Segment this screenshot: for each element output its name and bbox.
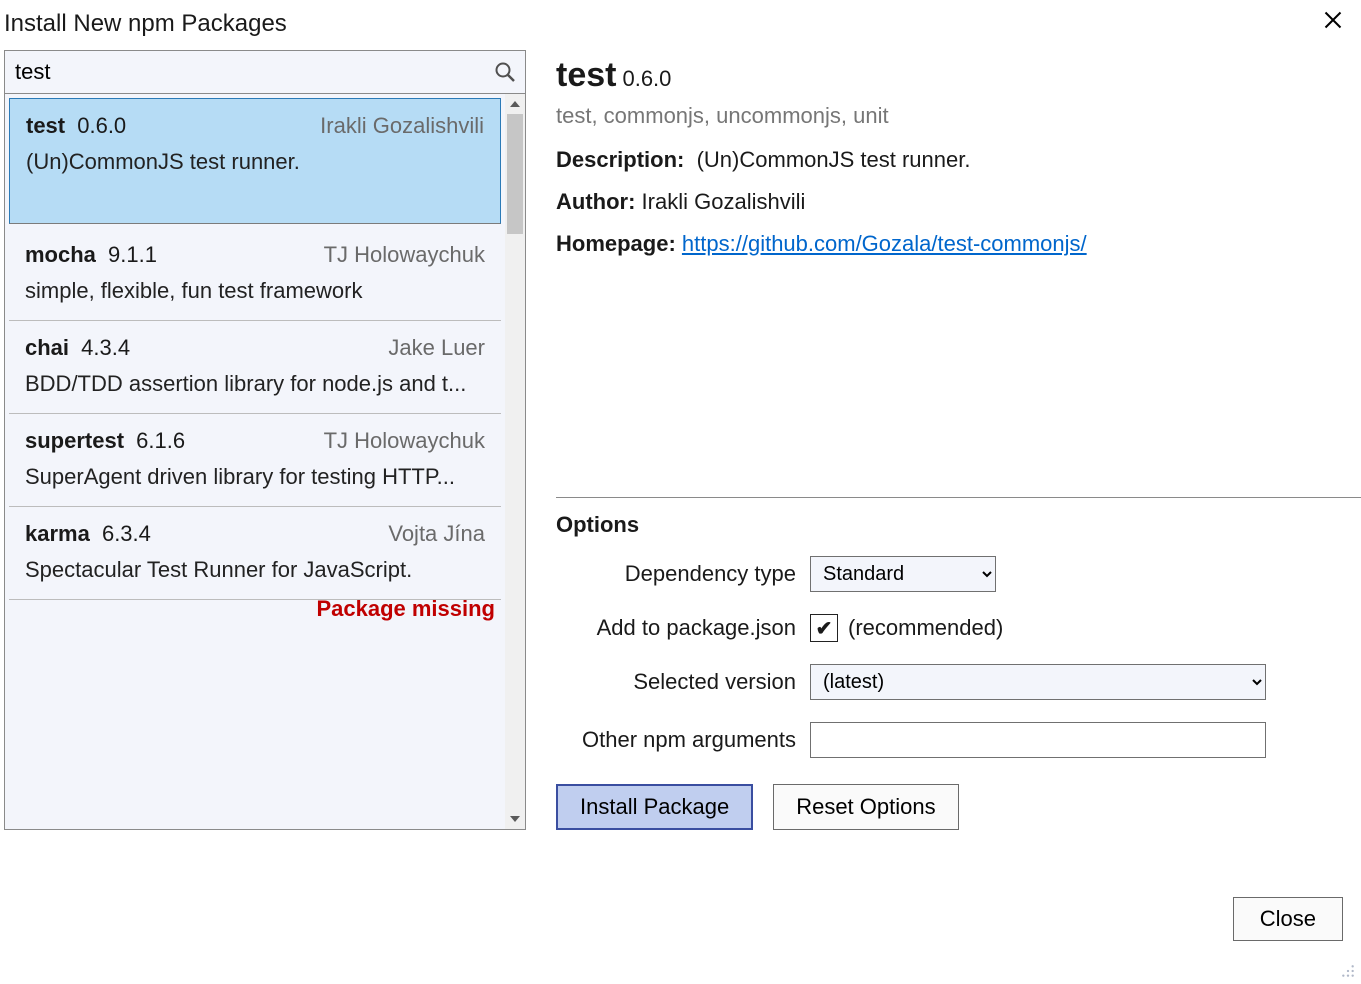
resize-grip-icon[interactable] [1341,961,1359,979]
search-box[interactable] [4,50,526,94]
install-package-button[interactable]: Install Package [556,784,753,830]
search-icon [493,60,517,84]
reset-options-button[interactable]: Reset Options [773,784,958,830]
add-to-package-json-checkbox[interactable]: ✔ [810,614,838,642]
author-field: Author: Irakli Gozalishvili [556,189,1361,215]
package-version: 0.6.0 [622,66,671,91]
results-list: test 0.6.0 Irakli Gozalishvili (Un)CommonJ… [5,94,505,829]
close-icon[interactable] [1317,10,1349,34]
result-version: 9.1.1 [102,242,157,267]
scroll-thumb[interactable] [507,114,523,234]
homepage-link[interactable]: https://github.com/Gozala/test-commonjs/ [682,231,1087,256]
result-item[interactable]: mocha 9.1.1 TJ Holowaychuk simple, flexibl… [9,228,501,321]
homepage-field: Homepage: https://github.com/Gozala/test… [556,231,1361,257]
result-name: supertest [25,428,124,453]
result-description: Spectacular Test Runner for JavaScript. [25,557,485,583]
result-description: BDD/TDD assertion library for node.js an… [25,371,485,397]
result-name: test [26,113,65,138]
close-button[interactable]: Close [1233,897,1343,941]
result-version: 6.1.6 [130,428,185,453]
scroll-down-icon[interactable] [505,809,525,829]
search-input[interactable] [5,53,493,91]
result-author: TJ Holowaychuk [324,428,485,454]
package-tags: test, commonjs, uncommonjs, unit [556,103,1361,129]
dialog-title: Install New npm Packages [4,10,287,38]
result-author: TJ Holowaychuk [324,242,485,268]
package-name: test [556,56,616,94]
other-npm-args-input[interactable] [810,722,1266,758]
options-header: Options [556,512,1361,538]
description-field: Description: (Un)CommonJS test runner. [556,147,1361,173]
scrollbar[interactable] [505,94,525,829]
result-item[interactable]: chai 4.3.4 Jake Luer BDD/TDD assertion lib… [9,321,501,414]
result-item[interactable]: karma 6.3.4 Vojta Jína Spectacular Test Ru… [9,507,501,600]
other-npm-args-label: Other npm arguments [556,727,796,753]
result-version: 6.3.4 [96,521,151,546]
result-name: karma [25,521,90,546]
result-description: simple, flexible, fun test framework [25,278,485,304]
dependency-type-select[interactable]: Standard [810,556,996,592]
result-author: Vojta Jína [388,521,485,547]
recommended-label: (recommended) [848,615,1003,641]
result-version: 4.3.4 [75,335,130,360]
package-missing-label: Package missing [5,596,505,622]
result-name: chai [25,335,69,360]
result-author: Jake Luer [388,335,485,361]
result-version: 0.6.0 [71,113,126,138]
result-description: SuperAgent driven library for testing HT… [25,464,485,490]
result-item[interactable]: test 0.6.0 Irakli Gozalishvili (Un)CommonJ… [9,98,501,224]
result-description: (Un)CommonJS test runner. [26,149,484,175]
result-item[interactable]: supertest 6.1.6 TJ Holowaychuk SuperAgent … [9,414,501,507]
result-name: mocha [25,242,96,267]
scroll-up-icon[interactable] [505,94,525,114]
dependency-type-label: Dependency type [556,561,796,587]
result-author: Irakli Gozalishvili [320,113,484,139]
selected-version-label: Selected version [556,669,796,695]
add-to-package-json-label: Add to package.json [556,615,796,641]
divider [556,497,1361,498]
selected-version-select[interactable]: (latest) [810,664,1266,700]
package-title: test0.6.0 [556,56,1361,95]
